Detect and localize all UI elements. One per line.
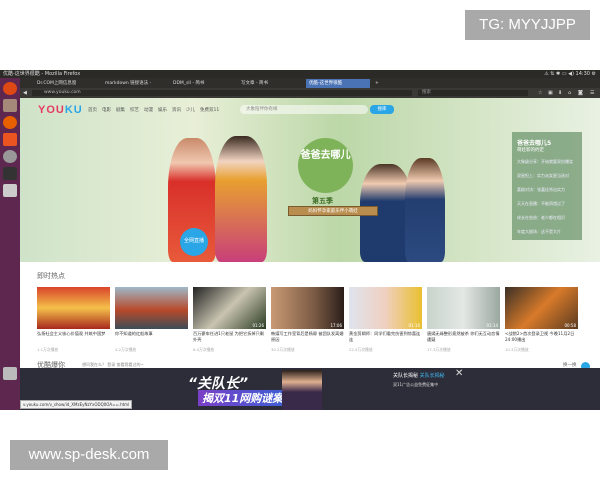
home-icon[interactable]: ⌂	[568, 90, 571, 96]
menu-icon[interactable]: ☰	[590, 90, 594, 96]
nav-series[interactable]: 剧集	[116, 107, 125, 113]
nav-movies[interactable]: 电影	[102, 107, 111, 113]
show-season: 第五季	[312, 197, 333, 205]
panel-item[interactable]: 大象级分享：开始就要双倍爆笑	[517, 159, 577, 165]
ad-text-highlight: 关队长揭秘	[419, 373, 445, 379]
clipboard-icon[interactable]: ▣	[548, 90, 553, 96]
files-icon[interactable]	[3, 99, 17, 112]
panel-item[interactable]: 成长在爸爸：老少都在相识	[517, 215, 577, 221]
show-slogan: 妈妈怀孕家庭乐伴小萌娃	[288, 206, 378, 216]
video-views: 17.3万次播放	[427, 347, 451, 352]
logo-text-2: KU	[64, 104, 83, 116]
hero-side-panel: 爸爸去哪儿5 萌娃新的约定 大象级分享：开始就要双倍爆笑 双星担上：实力派女星当…	[512, 132, 582, 240]
video-title[interactable]: <战狼2>首次登录卫视 今晚11月2日24:00播出	[505, 331, 578, 343]
watermark-bottom: www.sp-desk.com	[10, 440, 168, 470]
ubuntu-dash-icon[interactable]	[3, 82, 17, 95]
live-badge[interactable]: 全网直播	[180, 228, 208, 256]
panel-item[interactable]: 年度大剧场：这不是大片	[517, 229, 577, 235]
nav-news[interactable]: 资讯	[172, 107, 181, 113]
youku-search-input[interactable]: 大象陪伴你有样	[240, 105, 368, 114]
video-duration: 17:06	[330, 323, 342, 328]
ad-person	[282, 370, 322, 410]
ad-subline: 揭双11网购谜案	[198, 390, 288, 406]
youku-search-button[interactable]: 搜库	[370, 105, 394, 114]
video-title[interactable]: 黄金剪辑师：同学们看完伤害到惊喜连连	[349, 331, 422, 343]
video-title[interactable]: 韩媒写工作室背后是杨幂 被团队发离婚原因	[271, 331, 344, 343]
video-thumbnail[interactable]: 01:10	[349, 287, 422, 329]
ad-text: 关队长揭秘 关队长揭秘	[393, 372, 445, 379]
video-views: 1.1万次播放	[37, 347, 59, 352]
os-top-bar: 优酷-这世界很酷 - Mozilla Firefox ⚠ ⇅ ✱ ▭ ◀) 14…	[0, 70, 600, 78]
video-thumbnail[interactable]: 01:26	[193, 287, 266, 329]
download-icon[interactable]: ⬇	[558, 90, 562, 96]
show-logo: 爸爸去哪儿	[298, 138, 353, 193]
firefox-icon[interactable]	[3, 116, 17, 129]
settings-icon[interactable]	[3, 150, 17, 163]
video-title[interactable]: 你不知道的红船故事	[115, 331, 188, 337]
ad-text-sub: 双11广告公益免费征集中	[393, 382, 439, 387]
youku-logo[interactable]: YOUKU	[38, 104, 83, 116]
trash-icon[interactable]	[3, 367, 17, 380]
video-thumbnail[interactable]: 01:14	[427, 287, 500, 329]
ubuntu-launcher	[0, 78, 20, 410]
video-views: 4.2万次播放	[115, 347, 137, 352]
status-url: v.youku.com/v_show/id_XMzEyNzYxODQ0OA==.…	[20, 400, 133, 409]
video-views: 22.5万次播放	[349, 347, 373, 352]
tab-drcom[interactable]: Dr.COM上网信息窗	[34, 79, 98, 88]
panel-title: 爸爸去哪儿5	[517, 140, 552, 147]
video-title[interactable]: 百万豪车任进1只老鼠 为把它拆掉只剩外壳	[193, 331, 266, 343]
video-duration: 01:26	[252, 323, 264, 328]
video-thumbnail[interactable]: 00:58	[505, 287, 578, 329]
url-input[interactable]: www.youku.com	[32, 90, 412, 96]
tab-bar: Dr.COM上网信息窗 markdown 链接语法 - DDM_sll - 简书…	[20, 78, 600, 88]
panel-subtitle: 萌娃新的约定	[517, 148, 544, 153]
tab-youku[interactable]: 优酷-这世界很酷	[306, 79, 370, 88]
browser-search-input[interactable]: 搜索	[418, 90, 528, 96]
tab-jianshu-write[interactable]: 写文章 - 简书	[238, 79, 302, 88]
video-thumbnail[interactable]: 17:06	[271, 287, 344, 329]
hero-person-2	[215, 136, 267, 262]
panel-item[interactable]: 双星担上：实力派女星当选对	[517, 173, 577, 179]
nav-entertainment[interactable]: 娱乐	[158, 107, 167, 113]
video-views: 10.3万次播放	[505, 347, 529, 352]
back-icon[interactable]: ◀	[23, 90, 27, 96]
video-duration: 00:58	[564, 323, 576, 328]
software-center-icon[interactable]	[3, 133, 17, 146]
logo-text: YOU	[38, 104, 65, 116]
nav-variety[interactable]: 综艺	[130, 107, 139, 113]
navigation-toolbar: ◀ www.youku.com 搜索 ☆ ▣ ⬇ ⌂ ◙ ☰	[20, 88, 600, 98]
terminal-icon[interactable]	[3, 167, 17, 180]
nav-home[interactable]: 首页	[88, 107, 97, 113]
video-title[interactable]: 唐嫣无缘整形竟然被杀 你们无互动恋情遭疑	[427, 331, 500, 343]
section-title-hot: 即时热点	[37, 272, 65, 280]
desktop-screen: 优酷-这世界很酷 - Mozilla Firefox ⚠ ⇅ ✱ ▭ ◀) 14…	[0, 70, 600, 410]
video-thumbnail[interactable]	[37, 287, 110, 329]
hero-banner[interactable]: YOUKU 首页 电影 剧集 综艺 动漫 娱乐 资讯 少儿 免费双11 大象陪伴…	[20, 98, 600, 262]
video-views: 30.2万次播放	[271, 347, 295, 352]
drive-icon[interactable]	[3, 184, 17, 197]
panel-item[interactable]: 喜剧对决：张嘉佳秀出实力	[517, 187, 577, 193]
video-duration: 01:14	[486, 323, 498, 328]
ad-text-main: 关队长揭秘	[393, 373, 419, 379]
window-title: 优酷-这世界很酷 - Mozilla Firefox	[3, 71, 81, 77]
nav-kids[interactable]: 少儿	[186, 107, 195, 113]
ad-close-button[interactable]: ✕	[455, 368, 463, 379]
video-title[interactable]: 弘扬社会主义核心价值观 共筑中国梦	[37, 331, 110, 337]
watermark-top: TG: MYYJJPP	[465, 10, 590, 40]
nav-anime[interactable]: 动漫	[144, 107, 153, 113]
video-duration: 01:10	[408, 323, 420, 328]
panel-item[interactable]: 天天在直播：不能再错过了	[517, 201, 577, 207]
nav-double11[interactable]: 免费双11	[200, 107, 219, 113]
star-icon[interactable]: ☆	[538, 90, 542, 96]
new-tab-button[interactable]: +	[372, 79, 380, 88]
youku-page: YOUKU 首页 电影 剧集 综艺 动漫 娱乐 资讯 少儿 免费双11 大象陪伴…	[20, 98, 600, 410]
hero-child-2	[405, 158, 445, 262]
tab-jianshu-ddm[interactable]: DDM_sll - 简书	[170, 79, 234, 88]
tab-markdown[interactable]: markdown 链接语法 -	[102, 79, 166, 88]
pocket-icon[interactable]: ◙	[578, 90, 583, 96]
video-views: 6.0万次播放	[193, 347, 215, 352]
video-thumbnail[interactable]	[115, 287, 188, 329]
system-tray[interactable]: ⚠ ⇅ ✱ ▭ ◀) 14:30 ⚙	[544, 70, 596, 78]
